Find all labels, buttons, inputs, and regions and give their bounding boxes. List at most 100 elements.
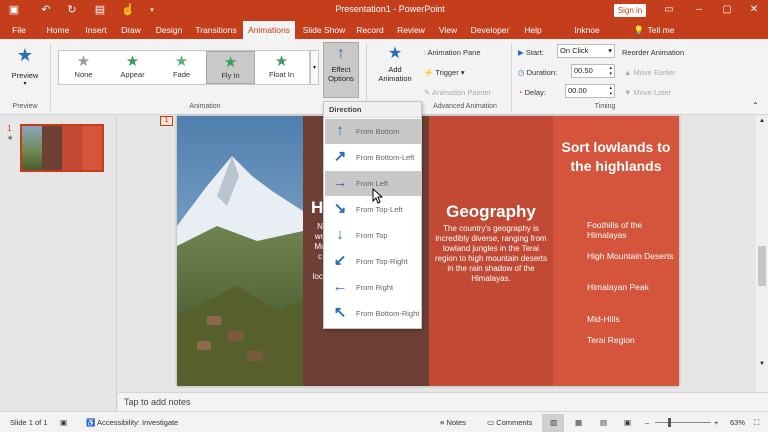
gallery-item-none[interactable]: ★ None [59, 51, 108, 84]
preview-button[interactable]: ★ Preview ▾ [10, 45, 40, 87]
collapse-ribbon-icon[interactable]: ⌃ [752, 101, 759, 110]
gallery-label: None [74, 70, 93, 79]
tab-classpoint[interactable]: Inknoe ClassPoint [554, 21, 620, 53]
comment-icon: ▭ [487, 418, 497, 427]
gallery-item-float-in[interactable]: ★ Float In [257, 51, 306, 84]
zoom-slider[interactable] [655, 422, 711, 423]
scrollbar-thumb[interactable] [758, 246, 766, 286]
present-icon[interactable]: ▤ [92, 3, 108, 18]
arrow-up-icon: ↑ [337, 45, 345, 62]
thumb-panel [62, 126, 82, 170]
panel-sort: Sort lowlands to the highlands Foothills… [553, 116, 679, 386]
tab-review[interactable]: Review [395, 21, 427, 39]
tab-animations[interactable]: Animations [243, 21, 295, 39]
status-bar: Slide 1 of 1 ▣ ♿ Accessibility: Investig… [0, 411, 768, 432]
tab-transitions[interactable]: Transitions [194, 21, 238, 39]
delay-icon: ◔ [518, 88, 525, 97]
list-item: Himalayan Peak [587, 282, 649, 292]
notes-button[interactable]: ≡ Notes [440, 418, 466, 427]
tab-developer[interactable]: Developer [470, 21, 510, 39]
mouse-cursor-icon [372, 188, 383, 204]
comments-label: Comments [496, 418, 533, 427]
tab-view[interactable]: View [435, 21, 461, 39]
tab-help[interactable]: Help [520, 21, 546, 39]
animation-pane-button[interactable]: ⫶ Animation Pane [424, 48, 481, 58]
accessibility-button[interactable]: ♿ Accessibility: Investigate [86, 418, 178, 427]
delay-input[interactable]: 00.00 ▴ ▾ [565, 84, 615, 98]
animation-painter-button[interactable]: ✎ Animation Painter [424, 88, 491, 97]
zoom-slider-thumb[interactable] [668, 418, 671, 427]
direction-label: From Bottom-Right [356, 309, 420, 318]
notes-pane[interactable]: Tap to add notes [118, 392, 768, 411]
tab-slide-show[interactable]: Slide Show [302, 21, 346, 39]
move-earlier-button[interactable]: ▲ Move Earlier [624, 68, 676, 77]
duration-label-text: Duration: [526, 68, 558, 77]
gallery-item-fly-in[interactable]: ★ Fly In [206, 51, 255, 84]
undo-icon[interactable]: ↶ [38, 3, 54, 18]
lightning-icon: ⚡ [424, 68, 436, 77]
group-label-timing: Timing [594, 103, 616, 110]
save-icon[interactable]: ▣ [6, 3, 22, 18]
gallery-label: Fly In [221, 71, 240, 80]
delay-label-text: Delay: [524, 88, 546, 97]
zoom-level[interactable]: 63% [730, 418, 745, 427]
touch-icon[interactable]: ☝ [120, 3, 136, 18]
direction-label: From Top-Right [356, 257, 408, 266]
add-animation-button[interactable]: ★ Add Animation [372, 43, 418, 83]
tell-me-search[interactable]: Tell me [646, 21, 676, 39]
slide-sorter-icon[interactable]: ▦ [575, 418, 582, 427]
preview-label: Preview [11, 71, 39, 80]
tab-record[interactable]: Record [354, 21, 386, 39]
slideshow-icon[interactable]: ▣ [624, 418, 631, 427]
tab-draw[interactable]: Draw [118, 21, 144, 39]
chevron-down-icon: ▾ [23, 81, 27, 87]
panel-title: Geography [446, 202, 536, 221]
animation-tag[interactable]: 1 [160, 116, 173, 126]
zoom-out-icon[interactable]: – [645, 418, 649, 427]
direction-from-top[interactable]: ↓ From Top [325, 223, 421, 248]
gallery-more-button[interactable]: ▾ [310, 50, 319, 85]
thumb-photo [22, 126, 42, 170]
star-icon: ★ [125, 53, 140, 70]
star-icon: ★ [76, 53, 91, 70]
direction-from-bottom[interactable]: ↑ From Bottom [325, 119, 421, 144]
reorder-animation-label: Reorder Animation [622, 48, 685, 57]
gallery-item-fade[interactable]: ★ Fade [157, 51, 206, 84]
start-select[interactable]: On Click ▾ [557, 44, 615, 58]
fit-slide-icon[interactable]: ⛶ [754, 418, 759, 428]
spelling-icon[interactable]: ▣ [60, 418, 67, 427]
customize-icon[interactable]: ▾ [144, 3, 160, 18]
vertical-scrollbar[interactable]: ▲ ▼ [756, 116, 768, 392]
gallery-item-appear[interactable]: ★ Appear [108, 51, 157, 84]
effect-options-button[interactable]: ↑ Effect Options [323, 42, 359, 98]
scroll-down-icon[interactable]: ▼ [759, 361, 765, 367]
direction-from-bottom-right[interactable]: ↖ From Bottom-Right [325, 301, 421, 326]
spinner-icon[interactable]: ▴ ▾ [609, 65, 612, 77]
redo-icon[interactable]: ↻ [64, 3, 80, 18]
comments-button[interactable]: ▭ Comments [487, 418, 532, 427]
gallery-label: Fade [172, 70, 191, 79]
tab-home[interactable]: Home [44, 21, 72, 39]
slide-thumbnail[interactable] [20, 124, 104, 172]
sign-in-button[interactable]: Sign in [614, 4, 646, 17]
close-icon[interactable]: ✕ [745, 2, 763, 18]
reading-view-icon[interactable]: ▤ [600, 418, 607, 427]
trigger-button[interactable]: ⚡ Trigger ▾ [424, 68, 465, 77]
tab-file[interactable]: File [8, 21, 30, 39]
direction-from-right[interactable]: ← From Right [325, 275, 421, 300]
slide[interactable]: H N wo Mo c loca Geography The country's… [177, 116, 679, 386]
notes-label: Notes [446, 418, 467, 427]
scroll-up-icon[interactable]: ▲ [759, 118, 765, 124]
maximize-icon[interactable]: ▢ [718, 2, 736, 18]
minimize-icon[interactable]: – [690, 2, 708, 18]
ribbon-display-icon[interactable]: ▭ [660, 2, 678, 18]
accessibility-icon: ♿ [86, 418, 98, 427]
tab-insert[interactable]: Insert [82, 21, 110, 39]
direction-from-bottom-left[interactable]: ↗ From Bottom-Left [325, 145, 421, 170]
zoom-in-icon[interactable]: + [714, 418, 718, 427]
duration-input[interactable]: 00.50 ▴ ▾ [571, 64, 615, 78]
tab-design[interactable]: Design [153, 21, 185, 39]
spinner-icon[interactable]: ▴ ▾ [609, 85, 612, 97]
move-later-button[interactable]: ▼ Move Later [624, 88, 671, 97]
direction-from-top-right[interactable]: ↙ From Top-Right [325, 249, 421, 274]
